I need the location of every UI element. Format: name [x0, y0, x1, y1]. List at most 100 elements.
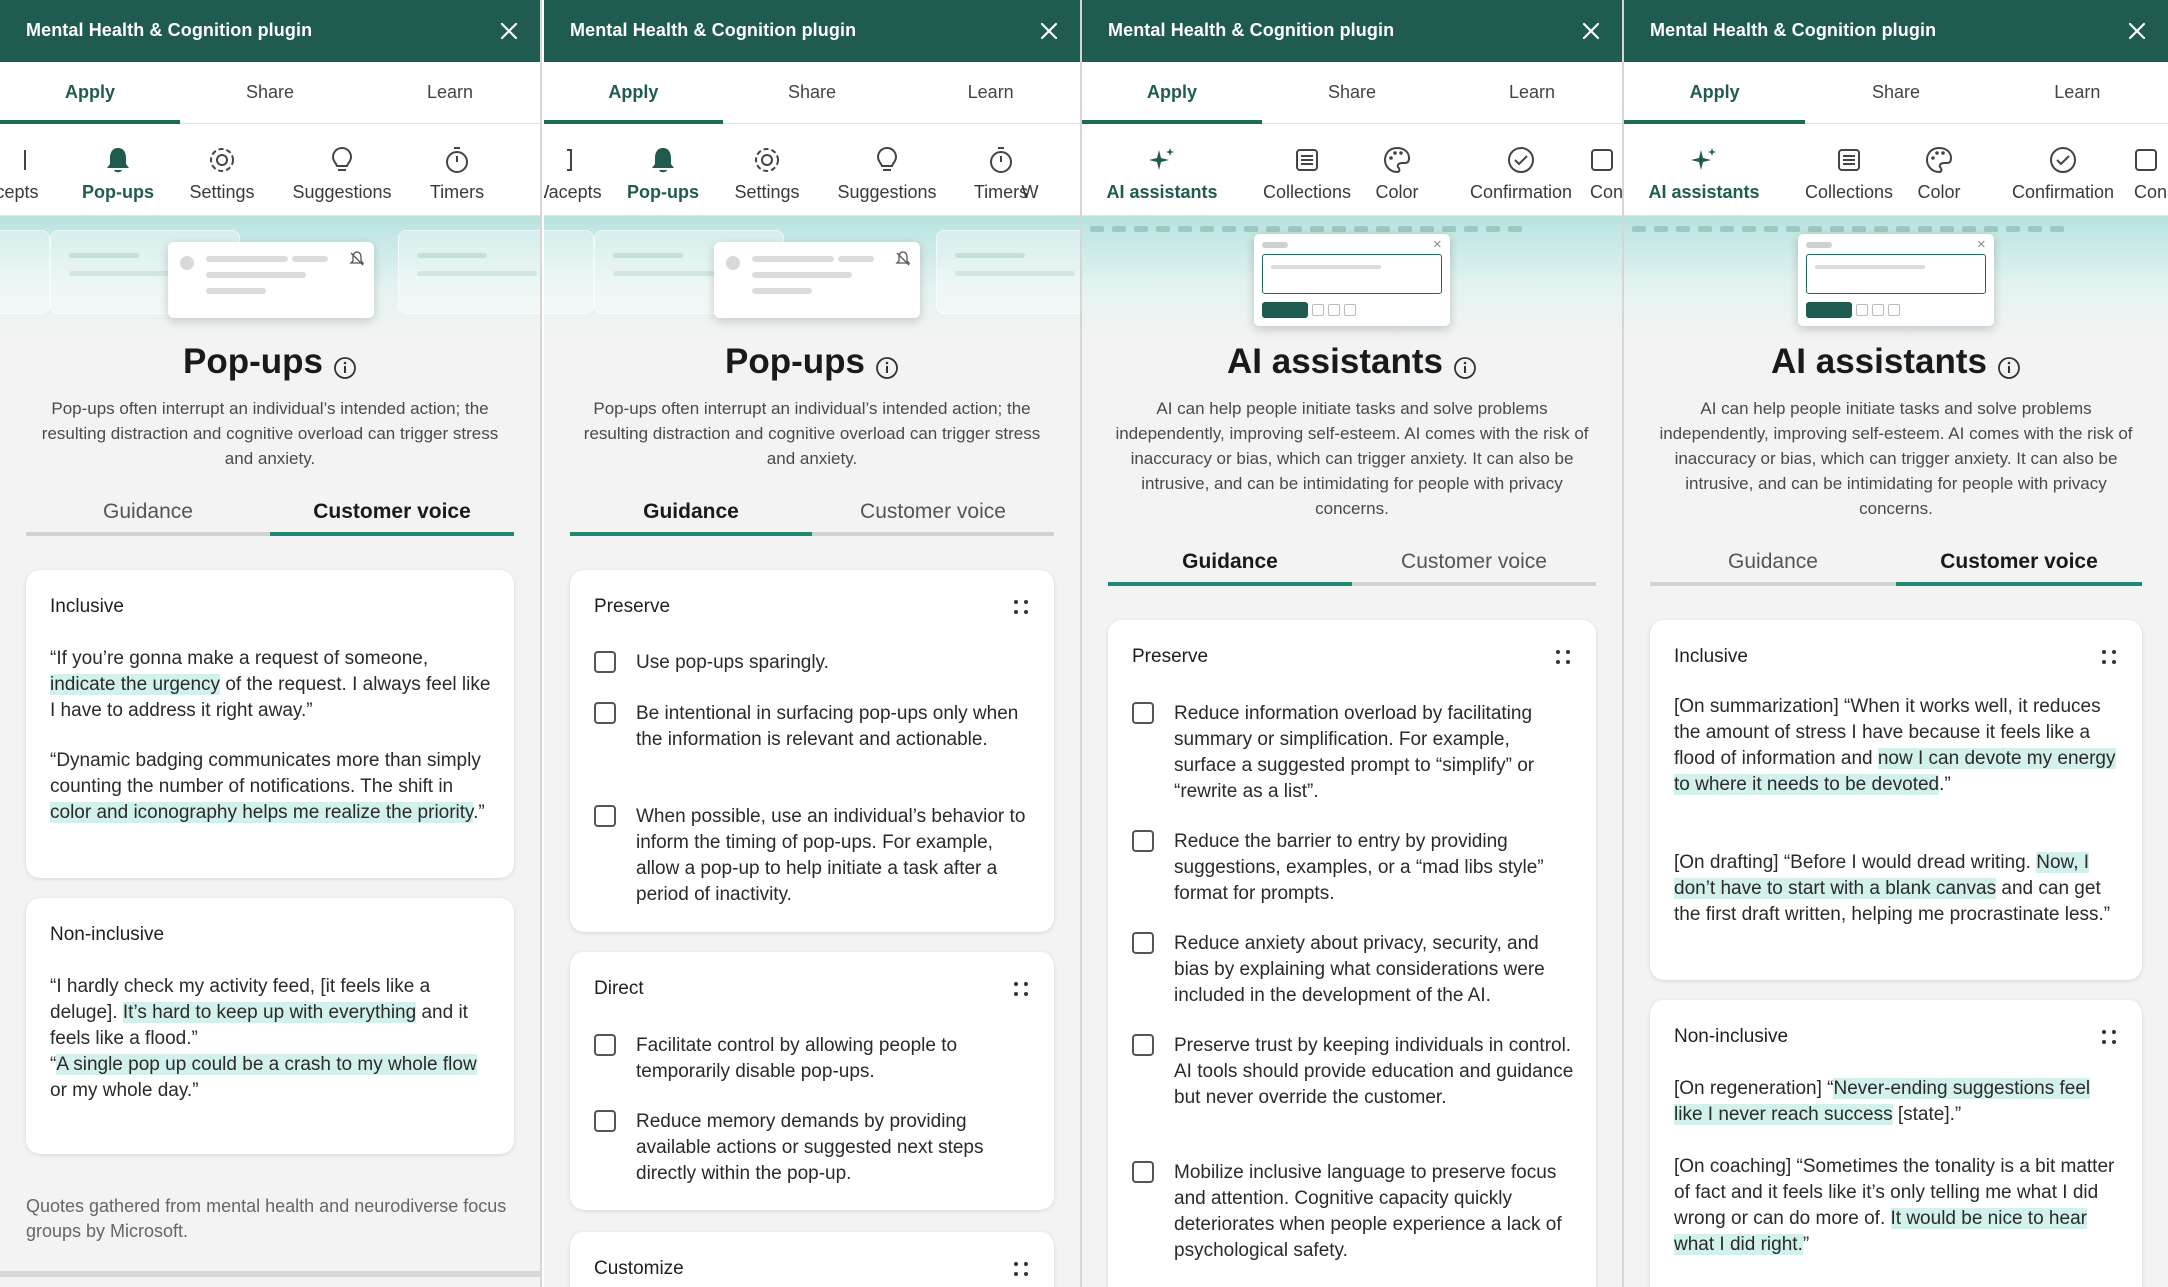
popup-illustration: [714, 242, 920, 318]
tab-apply[interactable]: Apply: [1082, 62, 1262, 124]
tab-apply[interactable]: Apply: [544, 62, 723, 124]
category-color[interactable]: Color: [1347, 124, 1447, 216]
category-strip: AI assistants Collections Color Confirma…: [1082, 124, 1622, 216]
illustration-card: [0, 230, 50, 314]
guidance-checkbox[interactable]: [1132, 1034, 1154, 1056]
tab-apply[interactable]: Apply: [1624, 62, 1806, 124]
card-title: Inclusive: [1674, 646, 1748, 667]
guidance-checkbox[interactable]: [1132, 932, 1154, 954]
info-icon[interactable]: [1997, 349, 2021, 379]
quote: [On summarization] “When it works well, …: [1674, 696, 2116, 795]
tab-guidance[interactable]: Guidance: [570, 494, 812, 536]
inclusive-card: Inclusive “If you’re gonna make a reques…: [26, 570, 514, 878]
tab-customer-voice[interactable]: Customer voice: [1896, 544, 2142, 586]
bell-icon: [647, 144, 679, 176]
info-icon[interactable]: [1453, 349, 1477, 379]
tab-customer-voice[interactable]: Customer voice: [270, 494, 514, 536]
guidance-checkbox[interactable]: [594, 1110, 616, 1132]
tab-learn[interactable]: Learn: [1987, 62, 2168, 123]
grip-icon[interactable]: [1012, 1260, 1030, 1278]
card-title: Preserve: [594, 596, 671, 617]
card-title: Direct: [594, 978, 644, 999]
tab-guidance[interactable]: Guidance: [26, 494, 270, 532]
guidance-item: Reduce memory demands by providing avail…: [636, 1111, 984, 1184]
hero-illustration: ✕: [1082, 216, 1622, 342]
bell-icon: [102, 144, 134, 176]
quote: [On coaching] “Sometimes the tonality is…: [1674, 1156, 2115, 1255]
page-description: AI can help people initiate tasks and so…: [1659, 399, 2133, 518]
grip-icon[interactable]: [2100, 1028, 2118, 1046]
category-color[interactable]: Color: [1889, 124, 1989, 216]
plugin-panel-ai-guidance: Mental Health & Cognition plugin Apply S…: [1082, 0, 1624, 1287]
category-suggestions[interactable]: Suggestions: [277, 124, 407, 216]
category-suggestions[interactable]: Suggestions: [822, 124, 952, 216]
category-next[interactable]: W: [1010, 124, 1050, 216]
tab-share[interactable]: Share: [723, 62, 902, 123]
panel-titlebar: Mental Health & Cognition plugin: [544, 0, 1080, 62]
tab-guidance[interactable]: Guidance: [1108, 544, 1352, 586]
info-icon[interactable]: [333, 349, 357, 379]
category-confirmation[interactable]: Confirmation: [1992, 124, 2134, 216]
guidance-item: Reduce the barrier to entry by providing…: [1174, 831, 1544, 904]
inclusive-card: Inclusive [On summarization] “When it wo…: [1650, 620, 2142, 980]
category-label: AI assistants: [1648, 182, 1760, 202]
category-ai-assistants[interactable]: AI assistants: [1636, 124, 1772, 216]
guidance-checkbox[interactable]: [1132, 1161, 1154, 1183]
guidance-checkbox[interactable]: [594, 651, 616, 673]
tab-share[interactable]: Share: [1262, 62, 1442, 123]
close-icon[interactable]: [494, 16, 524, 46]
grip-icon[interactable]: [2100, 648, 2118, 666]
page-title: Pop-ups: [0, 342, 540, 382]
panel-titlebar: Mental Health & Cognition plugin: [1624, 0, 2168, 62]
guidance-checkbox[interactable]: [1132, 830, 1154, 852]
tab-learn[interactable]: Learn: [901, 62, 1080, 123]
grip-icon[interactable]: [1012, 980, 1030, 998]
page-description: Pop-ups often interrupt an individual’s …: [583, 399, 1041, 468]
category-label: Settings: [189, 182, 255, 202]
tab-customer-voice[interactable]: Customer voice: [1352, 544, 1596, 582]
non-inclusive-card: Non-inclusive [On regeneration] “Never-e…: [1650, 1000, 2142, 1287]
card-title: Non-inclusive: [50, 924, 165, 945]
close-icon[interactable]: [1576, 16, 1606, 46]
category-strip: AI assistants Collections Color Confirma…: [1624, 124, 2168, 216]
check-circle-icon: [1505, 144, 1537, 176]
tab-apply[interactable]: Apply: [0, 62, 180, 124]
category-next[interactable]: Con: [1590, 124, 1622, 216]
close-icon[interactable]: [2122, 16, 2152, 46]
illustration-card: [544, 230, 594, 314]
category-ai-assistants[interactable]: AI assistants: [1094, 124, 1230, 216]
category-settings[interactable]: Settings: [157, 124, 287, 216]
bell-off-icon: [349, 251, 365, 266]
gear-icon: [206, 144, 238, 176]
tab-guidance[interactable]: Guidance: [1650, 544, 1896, 582]
plugin-panel-ai-voice: Mental Health & Cognition plugin Apply S…: [1624, 0, 2168, 1287]
tab-learn[interactable]: Learn: [1442, 62, 1622, 123]
panel-title: Mental Health & Cognition plugin: [1650, 20, 1937, 40]
close-icon[interactable]: [1034, 16, 1064, 46]
grip-icon[interactable]: [1012, 598, 1030, 616]
guidance-checkbox[interactable]: [594, 805, 616, 827]
tab-learn[interactable]: Learn: [360, 62, 540, 123]
hero-illustration: ✕: [1624, 216, 2168, 342]
category-label: W: [1021, 182, 1039, 202]
sub-tabs: Guidance Customer voice: [1108, 544, 1596, 586]
scrollbar[interactable]: [0, 1271, 540, 1277]
tab-share[interactable]: Share: [180, 62, 360, 123]
tab-share[interactable]: Share: [1805, 62, 1986, 123]
guidance-checkbox[interactable]: [1132, 702, 1154, 724]
lightbulb-icon: [871, 144, 903, 176]
category-timers[interactable]: Timers: [392, 124, 522, 216]
guidance-checkbox[interactable]: [594, 702, 616, 724]
category-settings[interactable]: Settings: [702, 124, 832, 216]
category-confirmation[interactable]: Confirmation: [1450, 124, 1592, 216]
grip-icon[interactable]: [1554, 648, 1572, 666]
concepts-icon: [1, 144, 33, 176]
tab-customer-voice[interactable]: Customer voice: [812, 494, 1054, 532]
non-inclusive-card: Non-inclusive “I hardly check my activit…: [26, 898, 514, 1154]
main-tabs: Apply Share Learn: [1082, 62, 1622, 124]
info-icon[interactable]: [875, 349, 899, 379]
category-next[interactable]: Con: [2134, 124, 2168, 216]
guidance-checkbox[interactable]: [594, 1034, 616, 1056]
quote: “A single pop up could be a crash to my …: [50, 1054, 477, 1101]
gear-icon: [751, 144, 783, 176]
